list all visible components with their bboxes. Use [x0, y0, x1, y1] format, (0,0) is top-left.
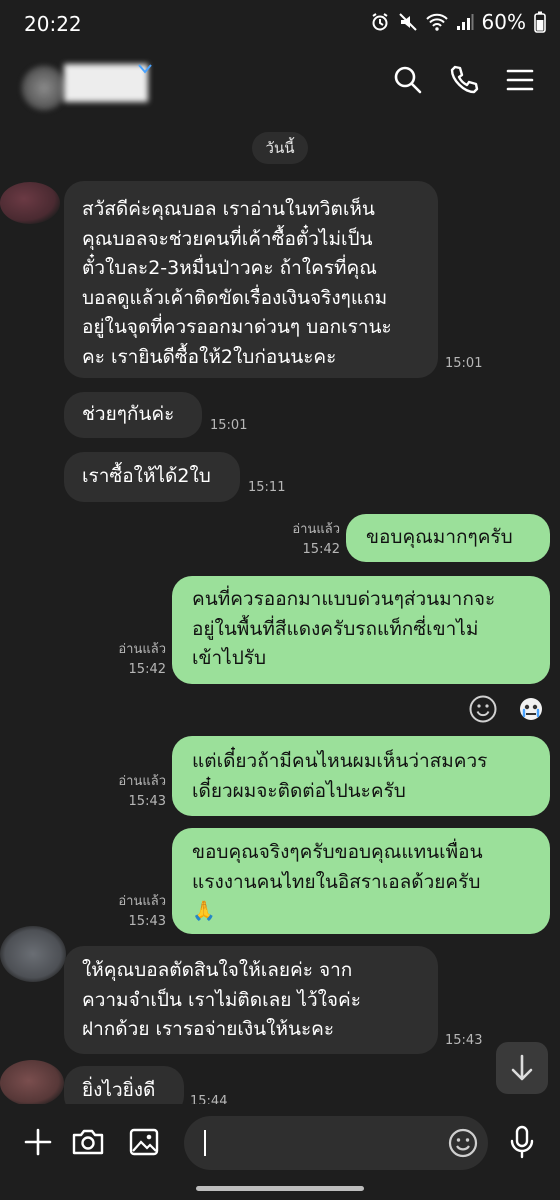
- sender-avatar[interactable]: [0, 1060, 64, 1106]
- message-time: 15:11: [248, 480, 286, 495]
- verified-mark-icon: [138, 64, 152, 74]
- message-bubble-outgoing[interactable]: ขอบคุณจริงๆครับขอบคุณแทนเพื่อน แรงงานคนไ…: [172, 828, 550, 934]
- chat-header: [0, 46, 560, 116]
- status-time: 20:22: [24, 12, 82, 36]
- sender-avatar[interactable]: [0, 182, 60, 224]
- message-bubble-outgoing[interactable]: คนที่ควรออกมาแบบด่วนๆส่วนมากจะ อยู่ในพื้…: [172, 576, 550, 684]
- battery-percent: 60%: [481, 10, 526, 34]
- image-icon[interactable]: [124, 1122, 164, 1162]
- message-time: 15:01: [210, 418, 248, 433]
- message-time: 15:43: [128, 794, 166, 809]
- message-bubble-incoming[interactable]: ให้คุณบอลตัดสินใจให้เลยค่ะ จาก ความจำเป็…: [64, 946, 438, 1054]
- smiley-icon[interactable]: [468, 694, 498, 724]
- message-time: 15:43: [128, 914, 166, 929]
- phone-icon[interactable]: [446, 62, 482, 98]
- contact-avatar[interactable]: [20, 64, 68, 112]
- message-bubble-outgoing[interactable]: แต่เดี๋ยวถ้ามีคนไหนผมเห็นว่าสมควร เดี๋ยว…: [172, 736, 550, 816]
- scroll-to-bottom-button[interactable]: [496, 1042, 548, 1094]
- sender-avatar[interactable]: [0, 926, 66, 982]
- message-time: 15:43: [445, 1033, 483, 1048]
- microphone-icon[interactable]: [502, 1122, 542, 1162]
- message-input[interactable]: [184, 1116, 488, 1170]
- search-icon[interactable]: [390, 62, 426, 98]
- menu-icon[interactable]: [502, 62, 538, 98]
- emoji-icon[interactable]: [446, 1126, 480, 1160]
- read-receipt: อ่านแล้ว: [292, 522, 340, 537]
- date-divider: วันนี้: [252, 132, 308, 164]
- read-receipt: อ่านแล้ว: [118, 774, 166, 789]
- mute-icon: [398, 12, 418, 32]
- message-time: 15:42: [128, 662, 166, 677]
- wifi-icon: [425, 13, 448, 31]
- message-bubble-incoming[interactable]: ช่วยๆกันค่ะ: [64, 392, 202, 438]
- alarm-icon: [370, 12, 390, 32]
- message-time: 15:01: [445, 356, 483, 371]
- home-indicator: [196, 1186, 364, 1191]
- read-receipt: อ่านแล้ว: [118, 642, 166, 657]
- message-bubble-incoming[interactable]: สวัสดีค่ะคุณบอล เราอ่านในทวิตเห็น คุณบอล…: [64, 181, 438, 378]
- plus-icon[interactable]: [18, 1122, 58, 1162]
- signal-icon: [456, 13, 474, 31]
- status-bar: 20:22 60%: [0, 0, 560, 46]
- text-caret: [204, 1130, 206, 1156]
- read-receipt: อ่านแล้ว: [118, 894, 166, 909]
- message-input-bar: [0, 1104, 560, 1184]
- message-bubble-incoming[interactable]: เราซื้อให้ได้2ใบ: [64, 452, 240, 502]
- reaction-emoji-icon[interactable]: [516, 694, 546, 724]
- arrow-down-icon: [511, 1054, 533, 1081]
- message-bubble-outgoing[interactable]: ขอบคุณมากๆครับ: [346, 514, 550, 562]
- contact-name-redacted[interactable]: [64, 64, 148, 102]
- battery-icon: [534, 11, 546, 33]
- camera-icon[interactable]: [68, 1122, 108, 1162]
- message-time: 15:42: [302, 542, 340, 557]
